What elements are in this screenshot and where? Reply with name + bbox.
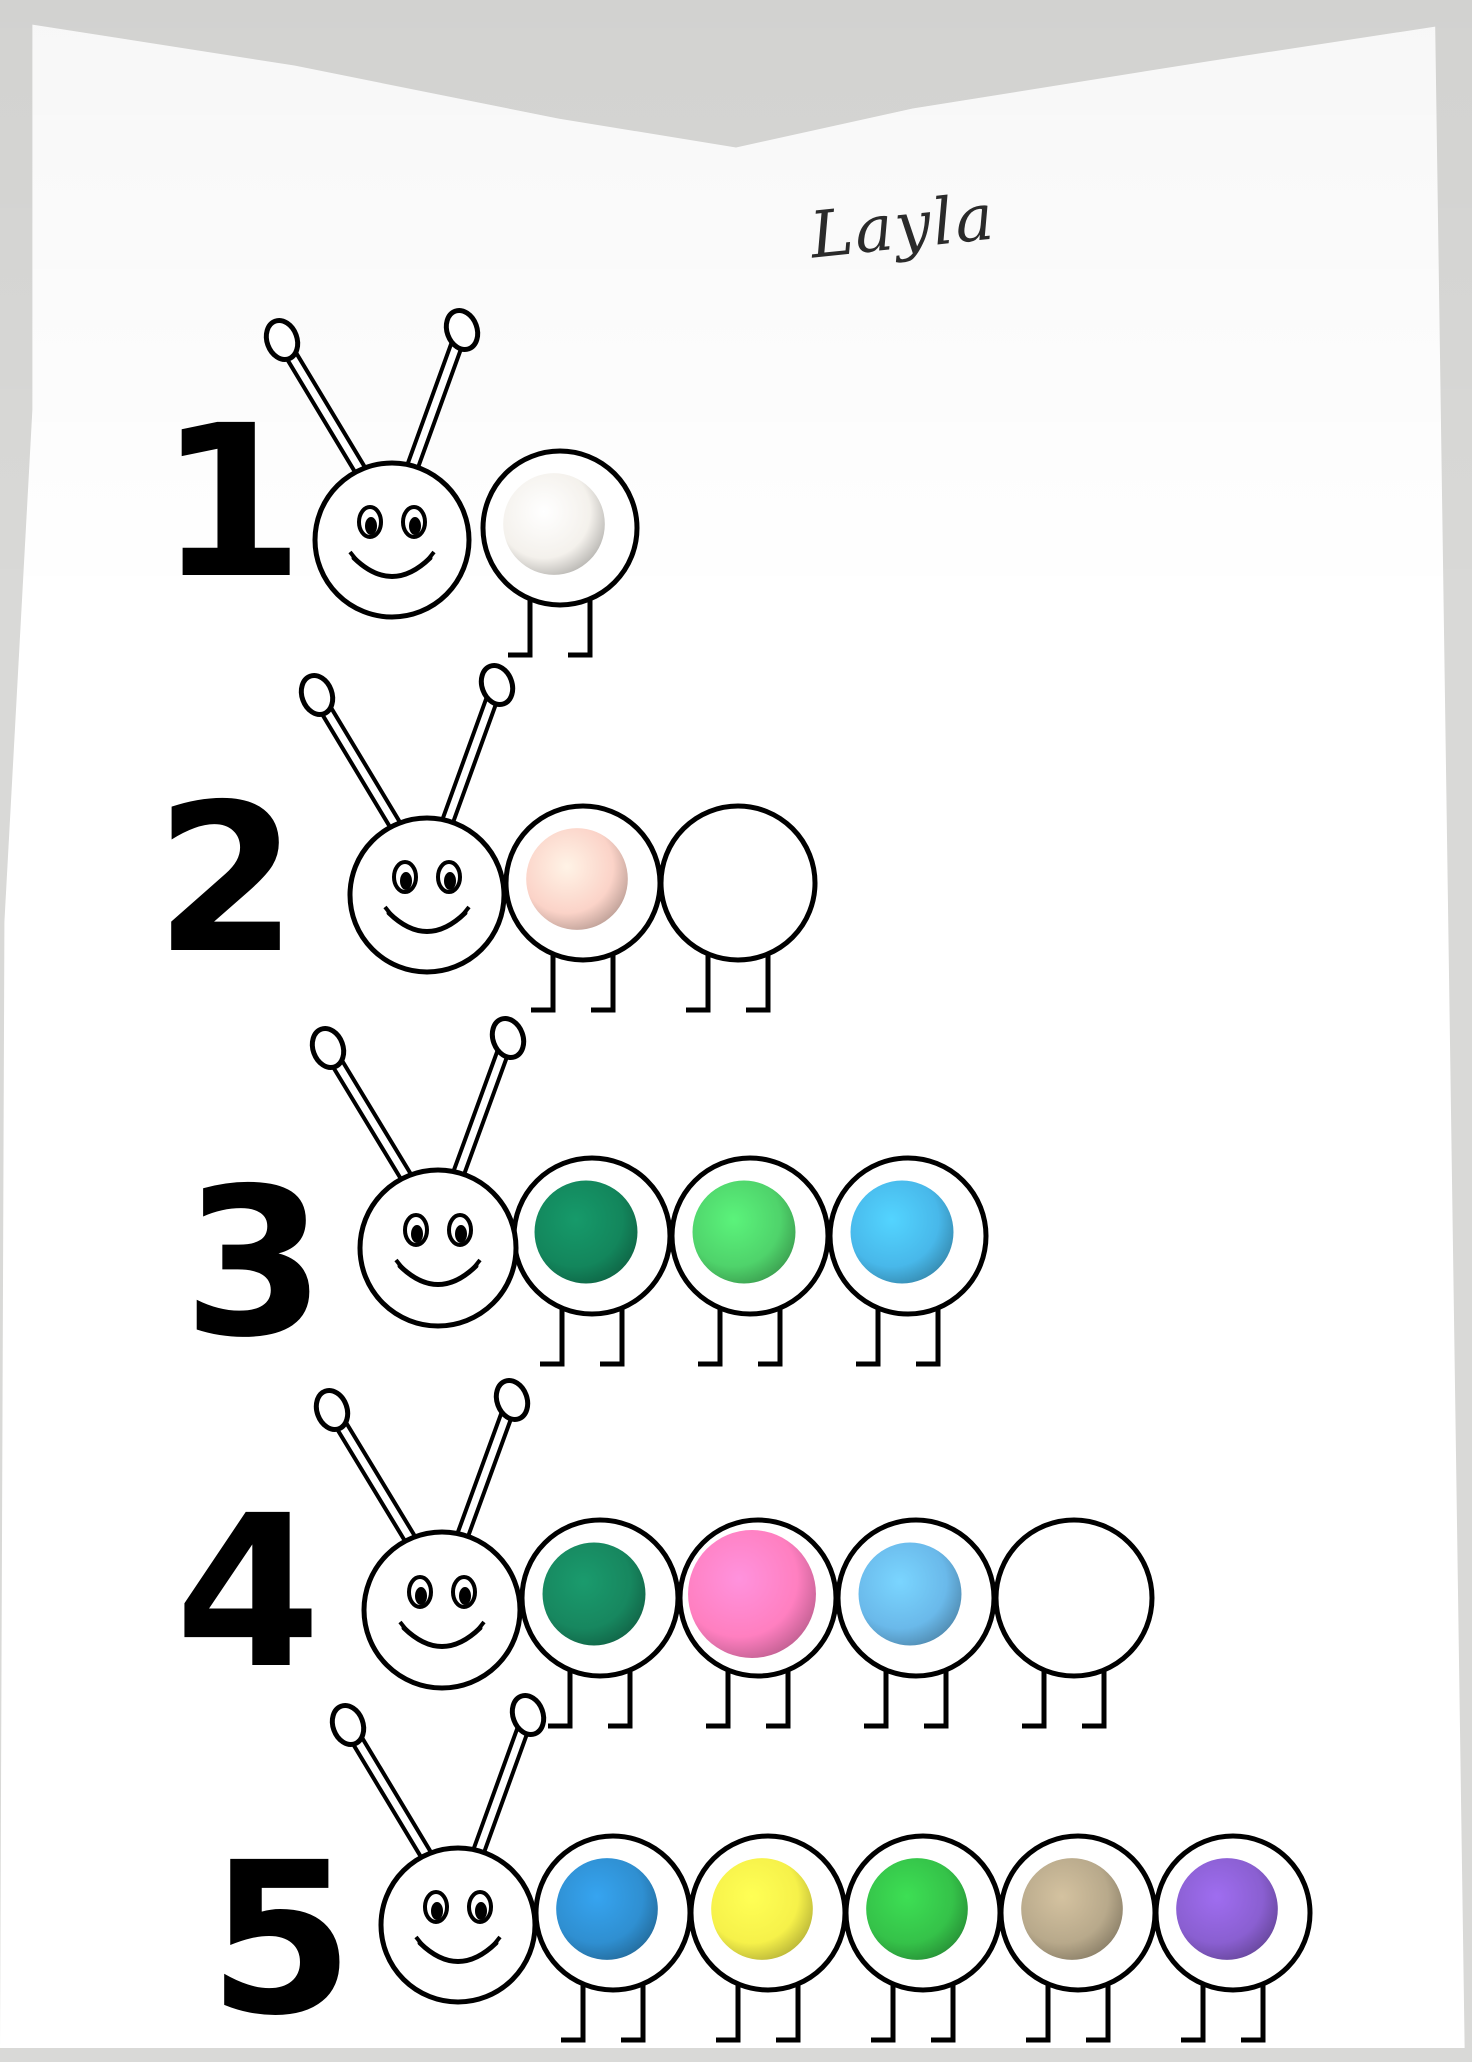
pompom: [1021, 1858, 1123, 1960]
leg: [931, 1985, 956, 2043]
leg: [1026, 1985, 1051, 2043]
leg: [1241, 1985, 1266, 2043]
pompom: [1176, 1858, 1278, 1960]
pupil: [475, 1902, 487, 1920]
antenna-tip: [509, 1693, 547, 1737]
caterpillar-drawing: [329, 1693, 1313, 2043]
pupil: [431, 1902, 443, 1920]
caterpillar-head: [378, 1845, 538, 2005]
leg: [776, 1985, 801, 2043]
leg: [621, 1985, 646, 2043]
leg: [871, 1985, 896, 2043]
pompom: [866, 1858, 968, 1960]
pompom: [711, 1858, 813, 1960]
leg: [1181, 1985, 1206, 2043]
leg: [716, 1985, 741, 2043]
leg: [1086, 1985, 1111, 2043]
leg: [561, 1985, 586, 2043]
pompom: [556, 1858, 658, 1960]
